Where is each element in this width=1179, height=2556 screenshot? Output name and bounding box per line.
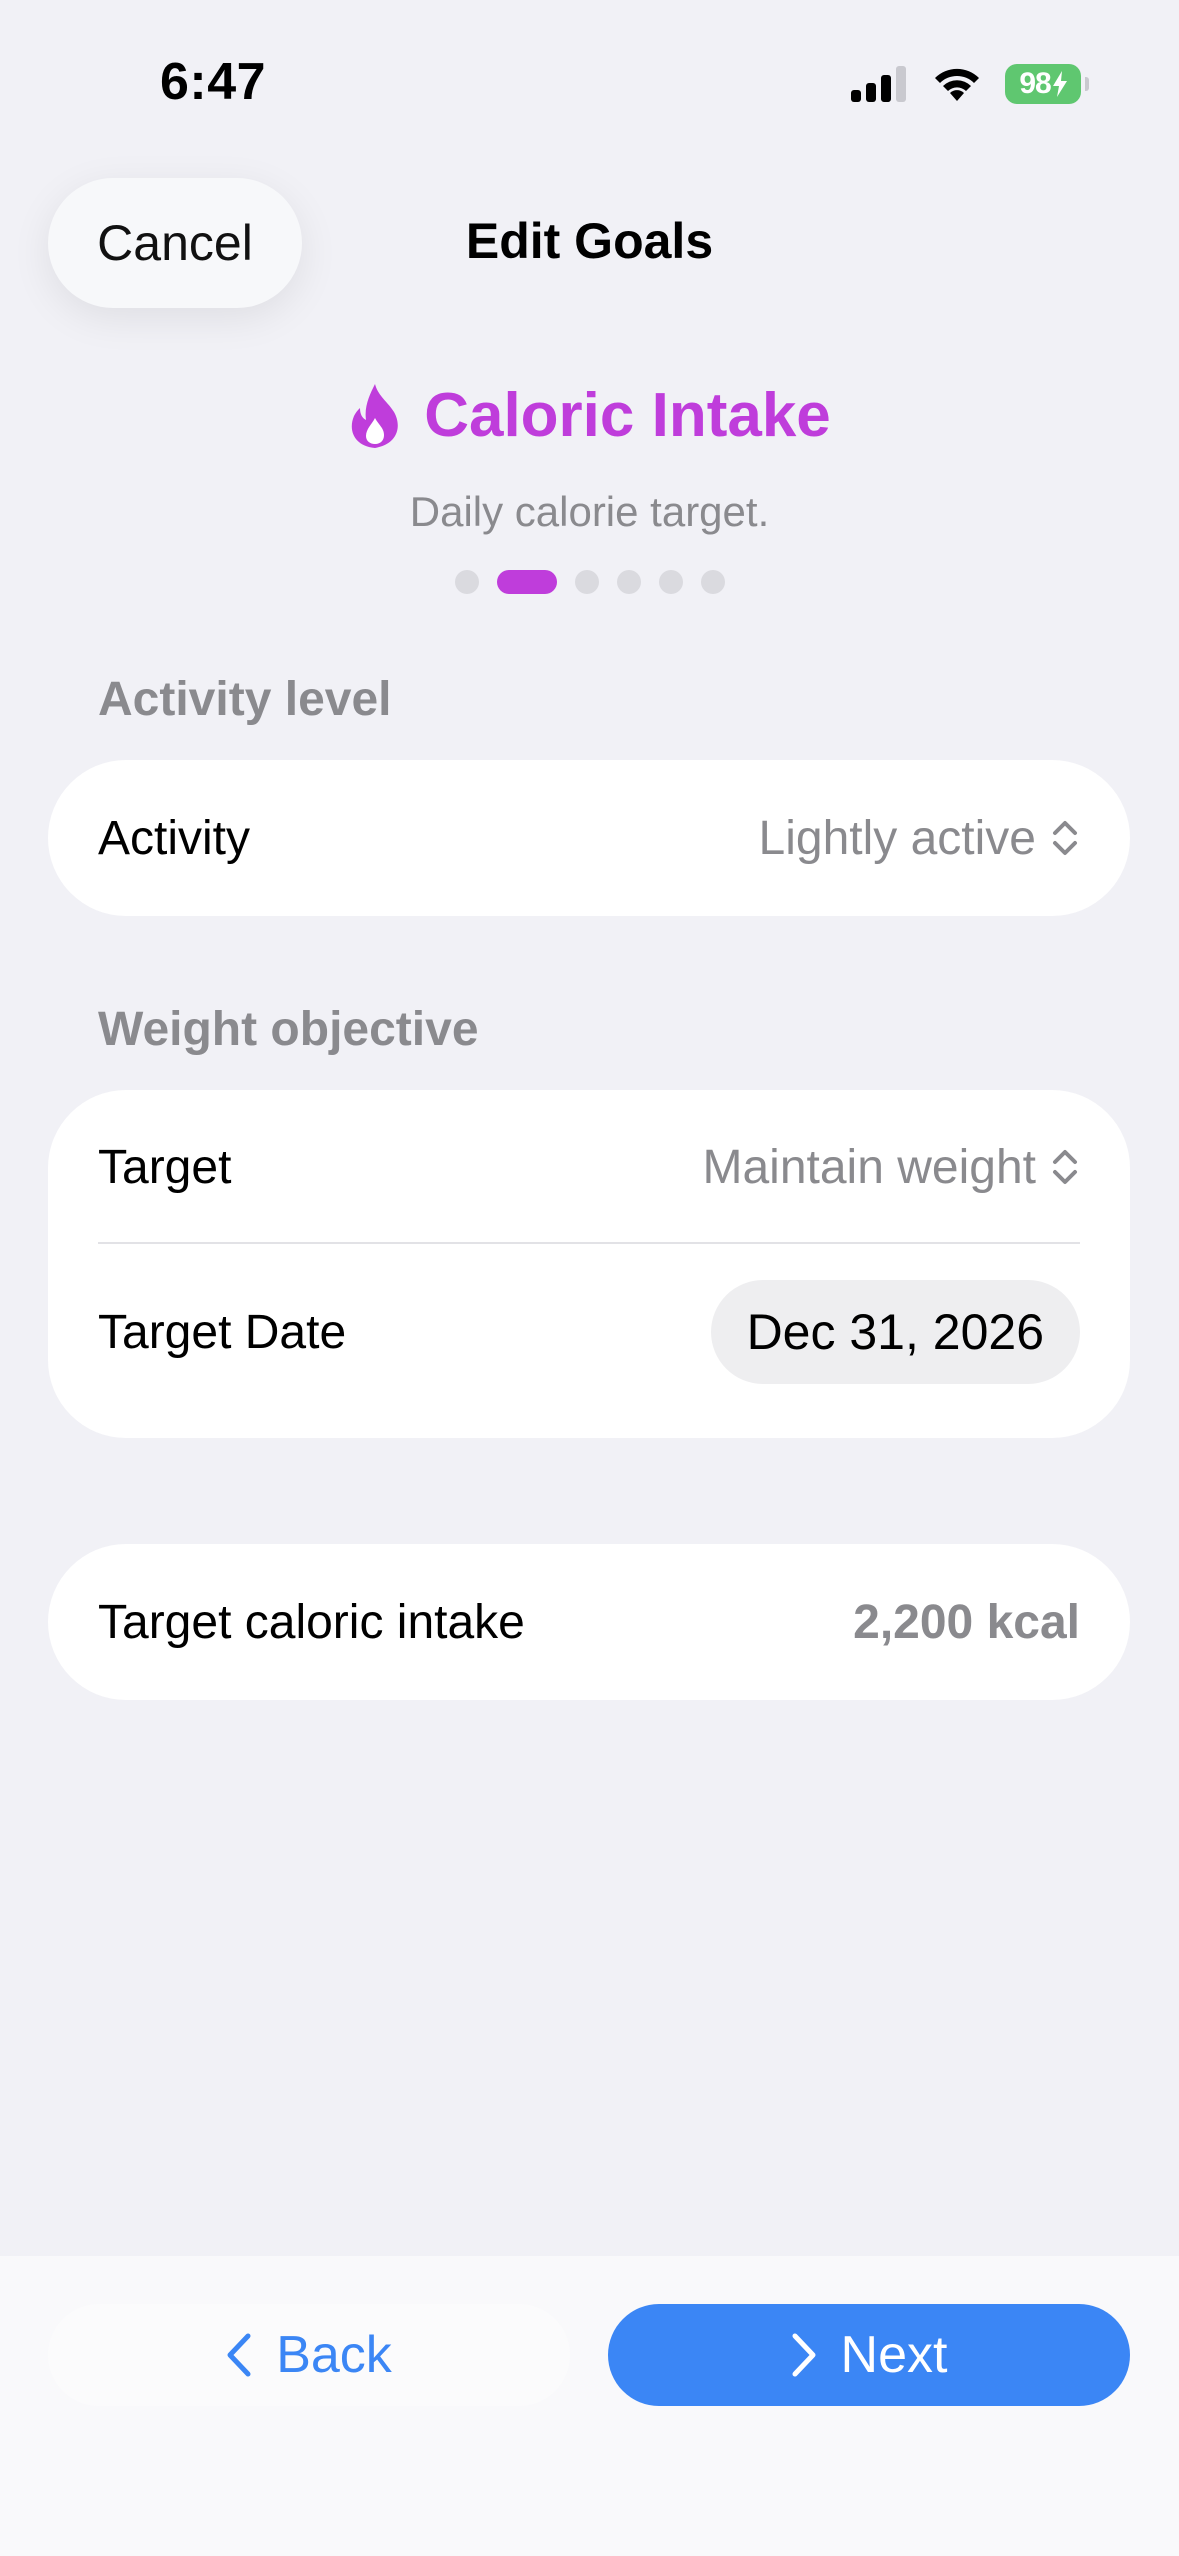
activity-card: Activity Lightly active <box>48 760 1130 916</box>
target-row[interactable]: Target Maintain weight <box>98 1090 1080 1244</box>
goal-subtitle: Daily calorie target. <box>409 488 770 535</box>
page-title: Edit Goals <box>465 213 714 269</box>
summary-card: Target caloric intake 2,200 kcal <box>48 1544 1130 1700</box>
page-dot <box>454 570 479 594</box>
summary-value: 2,200 kcal <box>853 1595 1080 1649</box>
page-dot-active <box>496 570 557 594</box>
chevron-up-down-icon <box>1053 821 1077 855</box>
page-dot <box>700 570 725 594</box>
charging-bolt-icon <box>1052 71 1067 97</box>
back-button[interactable]: Back <box>48 2304 570 2406</box>
battery-level: 98 <box>1019 67 1051 100</box>
activity-value: Lightly active <box>758 811 1036 865</box>
page-dot <box>574 570 599 594</box>
activity-label: Activity <box>98 811 251 865</box>
weight-section-label: Weight objective <box>98 1003 479 1056</box>
target-picker[interactable]: Maintain weight <box>702 1140 1080 1195</box>
page-dot <box>658 570 683 594</box>
chevron-right-icon <box>792 2333 816 2377</box>
activity-picker[interactable]: Lightly active <box>759 811 1080 866</box>
target-date-label: Target Date <box>98 1305 347 1359</box>
back-label: Back <box>276 2326 392 2384</box>
chevron-up-down-icon <box>1053 1150 1077 1184</box>
summary-label: Target caloric intake <box>98 1595 525 1649</box>
bottom-bar <box>0 2256 1179 2556</box>
activity-row[interactable]: Activity Lightly active <box>98 760 1080 916</box>
flame-icon <box>351 383 398 448</box>
wifi-icon <box>935 68 979 101</box>
target-date-row: Target Date Dec 31, 2026 <box>98 1244 1080 1420</box>
summary-row: Target caloric intake 2,200 kcal <box>98 1544 1080 1700</box>
goal-title: Caloric Intake <box>424 381 831 450</box>
status-time: 6:47 <box>160 53 267 111</box>
status-icons: 98 <box>851 64 1089 104</box>
page-dot <box>616 570 641 594</box>
next-button[interactable]: Next <box>608 2304 1130 2406</box>
goal-heading: Caloric Intake <box>0 380 1179 451</box>
target-date-button[interactable]: Dec 31, 2026 <box>710 1280 1080 1384</box>
battery-icon: 98 <box>1005 64 1089 104</box>
chevron-left-icon <box>227 2333 251 2377</box>
cellular-signal-icon <box>851 66 906 102</box>
next-label: Next <box>840 2326 948 2384</box>
page-indicator <box>0 570 1179 594</box>
target-label: Target <box>98 1140 232 1194</box>
target-value: Maintain weight <box>702 1140 1036 1194</box>
activity-section-label: Activity level <box>98 673 392 726</box>
weight-card: Target Maintain weight Target Date Dec 3… <box>48 1090 1130 1438</box>
